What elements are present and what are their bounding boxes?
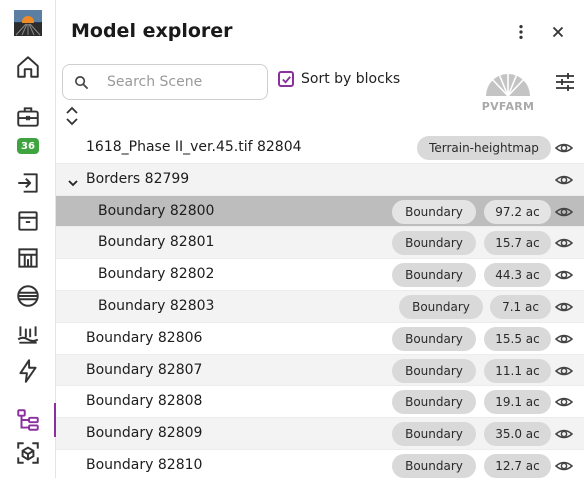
area-tag: 7.1 ac [490,294,551,319]
panel-title: Model explorer [71,20,233,42]
visibility-eye-icon[interactable] [554,458,574,474]
toolbox-icon[interactable] [6,100,50,134]
collapse-all-icon[interactable] [64,105,80,127]
layout-icon[interactable] [6,241,50,275]
type-tag: Boundary [392,390,476,415]
model-explorer-panel: Model explorer Sort by blocks PVFARM 161… [56,0,584,478]
area-tag: 12.7 ac [484,453,551,478]
row-label: Borders 82799 [86,170,190,187]
search-input[interactable] [107,71,257,93]
scene-tree: 1618_Phase II_ver.45.tif 82804 Terrain-he… [56,132,584,478]
type-tag: Boundary [392,453,476,478]
visibility-eye-icon[interactable] [554,235,574,251]
terrain-icon[interactable] [6,317,50,351]
tree-row[interactable]: Boundary 82807 Boundary 11.1 ac [56,354,584,387]
visibility-eye-icon[interactable] [554,267,574,283]
tree-structure-icon[interactable] [6,403,56,437]
row-label: Boundary 82803 [98,297,215,314]
visibility-eye-icon[interactable] [554,331,574,347]
tree-row[interactable]: Boundary 82809 Boundary 35.0 ac [56,418,584,450]
type-tag: Boundary [392,263,476,288]
type-tag: Terrain-heightmap [417,136,551,160]
more-options-icon[interactable] [511,22,531,42]
close-icon[interactable] [548,22,568,42]
search-box [62,64,268,100]
area-tag: 97.2 ac [484,199,551,224]
type-tag: Boundary [399,294,483,319]
tree-row[interactable]: Boundary 82800 Boundary 97.2 ac [56,195,584,228]
type-tag: Boundary [392,199,476,224]
type-tag: Boundary [392,358,476,383]
visibility-eye-icon[interactable] [554,172,574,188]
area-tag: 11.1 ac [484,358,551,383]
sort-by-blocks-label: Sort by blocks [301,71,401,87]
row-label: Boundary 82800 [98,202,215,219]
area-tag: 19.1 ac [484,390,551,415]
visibility-eye-icon[interactable] [554,140,574,156]
area-tag: 15.5 ac [484,326,551,351]
home-icon[interactable] [6,50,50,84]
row-label: Boundary 82810 [86,456,203,473]
tree-row[interactable]: Boundary 82810 Boundary 12.7 ac [56,450,584,478]
tree-row[interactable]: Boundary 82801 Boundary 15.7 ac [56,227,584,260]
visibility-eye-icon[interactable] [554,363,574,379]
filter-settings-icon[interactable] [553,70,577,94]
tree-row[interactable]: Boundary 82806 Boundary 15.5 ac [56,323,584,355]
row-label: Boundary 82806 [86,329,203,346]
row-label: Boundary 82809 [86,425,203,442]
visibility-eye-icon[interactable] [554,394,574,410]
sort-by-blocks-toggle[interactable]: Sort by blocks [278,71,400,87]
notification-badge: 36 [17,138,39,154]
row-label: Boundary 82808 [86,393,203,410]
search-icon [75,76,89,90]
lightning-icon[interactable] [6,354,50,388]
visibility-eye-icon[interactable] [554,299,574,315]
type-tag: Boundary [392,422,476,447]
visibility-eye-icon[interactable] [554,204,574,220]
tree-row[interactable]: 1618_Phase II_ver.45.tif 82804 Terrain-he… [56,132,584,164]
package-icon[interactable] [6,204,50,238]
sidebar: 36 [0,0,56,478]
tree-row[interactable]: Boundary 82803 Boundary 7.1 ac [56,290,584,323]
visibility-eye-icon[interactable] [554,426,574,442]
row-label: Boundary 82807 [86,361,203,378]
tree-row[interactable]: Boundary 82808 Boundary 19.1 ac [56,386,584,419]
road-icon[interactable] [6,279,50,313]
area-tag: 44.3 ac [484,263,551,288]
type-tag: Boundary [392,326,476,351]
import-icon[interactable] [6,166,50,200]
app-logo[interactable] [14,10,42,36]
check-icon [281,75,291,84]
area-tag: 15.7 ac [484,231,551,256]
area-tag: 35.0 ac [484,422,551,447]
scan-cube-icon[interactable] [6,436,50,470]
row-label: Boundary 82801 [98,234,215,251]
tree-row[interactable]: Boundary 82802 Boundary 44.3 ac [56,259,584,291]
row-label: Boundary 82802 [98,266,215,283]
tree-group-row[interactable]: Borders 82799 [56,163,584,196]
chevron-down-icon[interactable] [67,174,79,187]
pvfarm-logo: PVFARM [477,56,539,118]
type-tag: Boundary [392,231,476,256]
row-label: 1618_Phase II_ver.45.tif 82804 [86,139,302,155]
pvfarm-logo-text: PVFARM [481,100,535,113]
sort-by-blocks-checkbox[interactable] [278,71,294,87]
